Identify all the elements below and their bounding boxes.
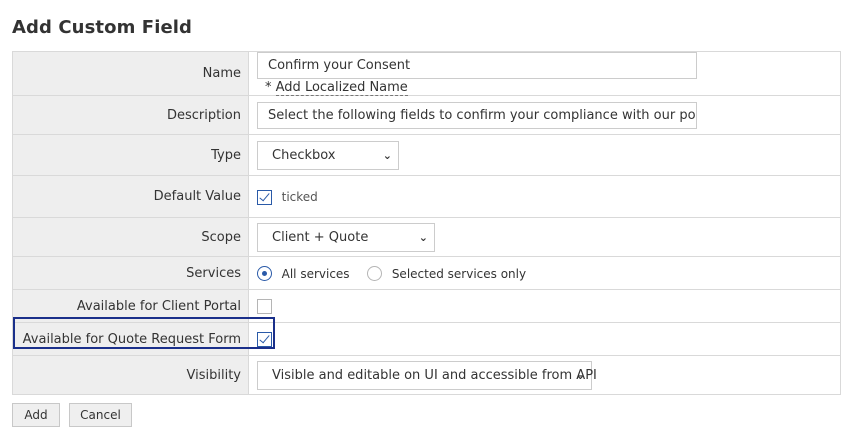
- chevron-down-icon: ⌄: [418, 230, 428, 244]
- quote-form-label: Available for Quote Request Form: [12, 322, 249, 357]
- quote-form-checkbox[interactable]: [257, 332, 272, 348]
- required-asterisk: *: [265, 80, 272, 96]
- default-value-text: ticked: [281, 190, 318, 205]
- type-label: Type: [12, 134, 249, 177]
- chevron-down-icon: ⌄: [382, 148, 392, 162]
- add-localized-name-link[interactable]: Add Localized Name: [275, 80, 408, 97]
- page-title: Add Custom Field: [12, 17, 193, 38]
- default-value-checkbox[interactable]: [257, 189, 272, 205]
- custom-field-form: Name Confirm your Consent * Add Localize…: [12, 50, 841, 396]
- visibility-select[interactable]: Visible and editable on UI and accessibl…: [257, 360, 597, 390]
- type-select[interactable]: Checkbox ⌄: [257, 140, 399, 170]
- description-label: Description: [12, 95, 249, 136]
- radio-selected-services-label: Selected services only: [391, 266, 527, 281]
- services-label: Services: [12, 256, 249, 291]
- add-button[interactable]: Add: [12, 403, 60, 427]
- scope-label: Scope: [12, 217, 249, 258]
- radio-selected-services[interactable]: [367, 266, 383, 282]
- cancel-button[interactable]: Cancel: [69, 403, 132, 427]
- add-localized-name: * Add Localized Name: [265, 80, 408, 97]
- client-portal-label: Available for Client Portal: [12, 289, 249, 324]
- scope-select-value: Client + Quote: [272, 229, 369, 245]
- type-select-value: Checkbox: [272, 147, 336, 163]
- radio-all-services-label: All services: [281, 266, 350, 281]
- radio-all-services[interactable]: [257, 266, 272, 282]
- name-input[interactable]: Confirm your Consent: [257, 52, 697, 79]
- chevron-down-icon: ⌄: [575, 368, 585, 382]
- default-value-label: Default Value: [12, 175, 249, 219]
- visibility-select-value: Visible and editable on UI and accessibl…: [272, 367, 597, 383]
- visibility-label: Visibility: [12, 355, 249, 396]
- name-label: Name: [12, 50, 249, 97]
- description-input[interactable]: Select the following fields to confirm y…: [257, 101, 697, 129]
- client-portal-checkbox[interactable]: [257, 299, 272, 315]
- scope-select[interactable]: Client + Quote ⌄: [257, 222, 435, 252]
